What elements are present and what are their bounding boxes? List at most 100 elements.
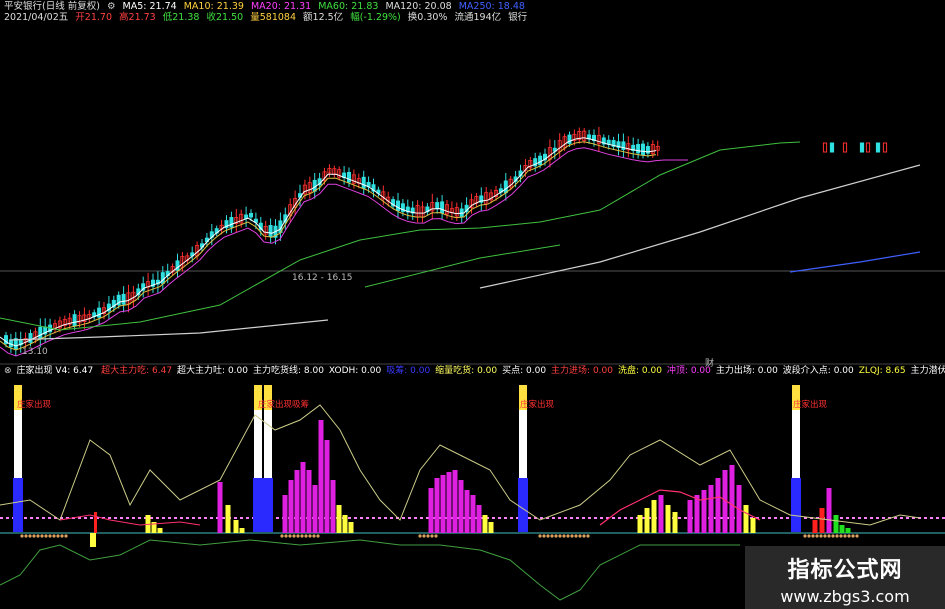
candle-body: [865, 142, 871, 153]
base-dot: [851, 534, 855, 538]
histogram-bar: [312, 485, 318, 533]
histogram-bar: [729, 465, 735, 533]
ma120-line-2: [479, 164, 921, 289]
watermark-url: www.zbgs3.com: [780, 587, 910, 606]
close-icon[interactable]: ⊗: [4, 366, 12, 376]
histogram-bar: [715, 478, 721, 533]
signal-tag-3: 庄家出现: [520, 400, 555, 410]
base-dot: [48, 534, 52, 538]
candle-body: [248, 213, 253, 218]
histogram-bar: [845, 528, 851, 533]
base-dot: [312, 534, 316, 538]
histogram-bar: [330, 480, 336, 533]
pillar-blue: [518, 478, 528, 532]
indicator-name[interactable]: 庄家出现 V4: 6.47: [17, 366, 94, 376]
base-dot: [418, 534, 422, 538]
ma10-label: MA10: 21.39: [183, 1, 244, 12]
candle-body: [395, 200, 400, 211]
pillar-white: [14, 410, 22, 478]
candle-body: [28, 333, 33, 343]
candle-body: [435, 202, 440, 210]
high-label: 高21.73: [119, 12, 156, 23]
base-dot: [56, 534, 60, 538]
base-dot: [430, 534, 434, 538]
indicator-item-0: 超大主力吃: 6.47: [101, 366, 173, 376]
pillar-white: [264, 410, 272, 478]
histogram-bar: [672, 512, 678, 533]
signal-tag-1: 庄家出现: [17, 400, 52, 410]
volume-label: 量581084: [250, 12, 296, 23]
histogram-bar: [839, 525, 845, 533]
candle-body: [38, 326, 43, 340]
base-dot: [304, 534, 308, 538]
base-dot: [40, 534, 44, 538]
base-dot: [550, 534, 554, 538]
candle-body: [229, 217, 234, 228]
base-dot: [32, 534, 36, 538]
base-dot: [434, 534, 438, 538]
candle-body: [440, 201, 445, 214]
base-dot: [28, 534, 32, 538]
histogram-bar: [812, 520, 818, 533]
low-label: 低21.38: [162, 12, 200, 23]
histogram-bar: [819, 508, 825, 533]
base-dot: [288, 534, 292, 538]
base-dot: [316, 534, 320, 538]
ma250-line: [789, 251, 921, 273]
watermark-title: 指标公式网: [787, 558, 903, 583]
base-dot: [284, 534, 288, 538]
histogram-bar: [651, 500, 657, 533]
pillar-blue: [253, 478, 263, 532]
indicator-item-13: 主力潜伏: 0.00: [910, 366, 945, 376]
histogram-bar: [488, 522, 494, 533]
candle-body: [361, 176, 366, 189]
histogram-bar: [288, 480, 294, 533]
histogram-bar: [239, 528, 245, 533]
close-label: 收21.50: [206, 12, 244, 23]
histogram-bar: [342, 515, 348, 533]
candle-body: [160, 272, 165, 284]
base-dot: [847, 534, 851, 538]
settings-icon[interactable]: ⚙: [107, 1, 116, 12]
candle-body: [829, 142, 835, 153]
open-label: 开21.70: [75, 12, 112, 23]
histogram-bar: [476, 505, 482, 533]
low-price-mark: 13.10: [22, 347, 48, 357]
base-dot: [582, 534, 586, 538]
candle-body: [97, 307, 102, 318]
candle-body: [72, 314, 77, 327]
date-label: 2021/04/02五: [4, 12, 69, 23]
base-dot: [308, 534, 312, 538]
ma120-label: MA120: 20.08: [385, 1, 452, 12]
ma5-label: MA5: 21.74: [122, 1, 177, 12]
base-dot: [807, 534, 811, 538]
histogram-bar: [157, 528, 163, 533]
histogram-bar: [217, 482, 223, 533]
histogram-bar: [644, 508, 650, 533]
pillar-white: [792, 410, 800, 478]
candle-body: [636, 144, 641, 154]
histogram-bar: [694, 495, 700, 533]
histogram-bar: [743, 505, 749, 533]
base-dot: [570, 534, 574, 538]
ma60-line-2: [364, 244, 561, 288]
chart-canvas[interactable]: [0, 0, 945, 609]
ma20-label: MA20: 21.31: [250, 1, 312, 12]
stock-title[interactable]: 平安银行(日线 前复权): [4, 1, 100, 12]
base-dot: [835, 534, 839, 538]
base-dot: [831, 534, 835, 538]
histogram-bar: [324, 440, 330, 533]
signal-tag-2: 庄家出现吸筹: [258, 400, 310, 410]
base-dot: [292, 534, 296, 538]
base-dot: [823, 534, 827, 538]
base-dot: [586, 534, 590, 538]
sector-label: 银行: [508, 12, 528, 23]
base-dot: [546, 534, 550, 538]
histogram-bar: [750, 518, 756, 533]
oscillator-line-4: [59, 514, 201, 526]
histogram-bar: [446, 472, 452, 533]
candle-body: [641, 143, 646, 156]
pillar-white: [254, 410, 262, 478]
base-dot: [44, 534, 48, 538]
histogram-bar: [470, 495, 476, 533]
